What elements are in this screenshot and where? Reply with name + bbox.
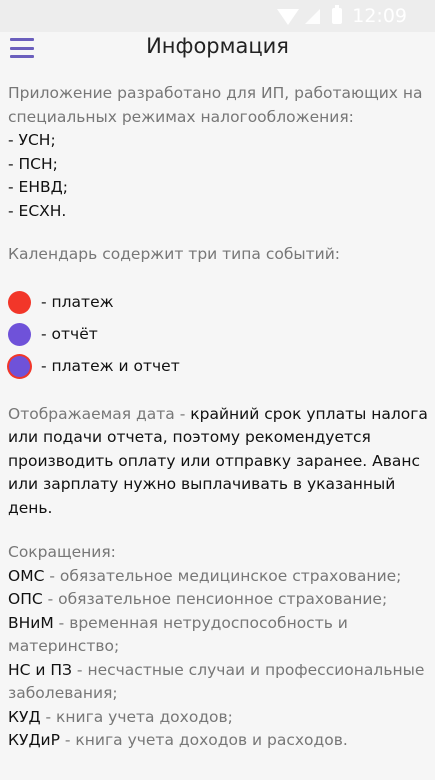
abbreviation-item: КУДиР - книга учета доходов и расходов. — [8, 729, 433, 753]
abbreviation-item: КУД - книга учета доходов; — [8, 706, 433, 730]
event-legend: - платеж - отчёт - платеж и отчет — [8, 287, 433, 383]
report-dot-icon — [8, 323, 31, 346]
abbreviation-term: КУД — [8, 707, 41, 726]
legend-item-payment: - платеж — [8, 287, 433, 319]
signal-icon — [305, 8, 321, 24]
abbreviation-desc: - обязательное медицинское страхование; — [44, 566, 402, 585]
abbreviation-term: НС и ПЗ — [8, 660, 72, 679]
intro-text: Приложение разработано для ИП, работающи… — [8, 84, 423, 126]
status-time: 12:09 — [352, 5, 407, 27]
date-note: Отображаемая дата - крайний срок уплаты … — [8, 403, 433, 521]
regime-item: - ЕНВД; — [8, 178, 68, 196]
abbreviations-section: Сокращения: ОМС - обязательное медицинск… — [8, 541, 433, 753]
legend-label: - платеж и отчет — [41, 356, 180, 375]
abbreviation-item: ОПС - обязательное пенсионное страховани… — [8, 588, 433, 612]
abbreviation-desc: - книга учета доходов и расходов. — [59, 731, 348, 749]
intro-section: Приложение разработано для ИП, работающи… — [8, 82, 433, 223]
regime-item: - ПСН; — [8, 154, 58, 173]
legend-label: - отчёт — [41, 324, 98, 343]
wifi-icon — [277, 9, 300, 25]
abbreviation-term: ОПС — [8, 590, 43, 608]
abbreviation-item: ВНиМ - временная нетрудоспособность и ма… — [8, 612, 433, 659]
legend-label: - платеж — [41, 292, 114, 311]
date-note-prefix: Отображаемая дата - — [8, 404, 191, 423]
regime-item: - УСН; — [8, 131, 56, 149]
legend-item-report: - отчёт — [8, 319, 433, 351]
abbreviation-item: ОМС - обязательное медицинское страхован… — [8, 565, 433, 589]
page-title: Информация — [146, 34, 289, 58]
abbreviation-item: НС и ПЗ - несчастные случаи и профессион… — [8, 659, 433, 706]
calendar-intro: Календарь содержит три типа событий: — [8, 245, 341, 263]
abbreviation-term: ОМС — [8, 566, 45, 585]
app-bar: Информация — [0, 32, 435, 66]
status-bar: 12:09 — [0, 0, 435, 32]
abbreviation-desc: - временная нетрудоспособность и материн… — [8, 613, 348, 656]
payment-and-report-dot-icon — [9, 356, 30, 377]
abbreviation-term: ВНиМ — [8, 613, 54, 632]
battery-icon — [332, 5, 343, 24]
payment-dot-icon — [8, 291, 31, 314]
info-content: Приложение разработано для ИП, работающи… — [8, 82, 433, 753]
regime-item: - ЕСХН. — [8, 201, 67, 220]
abbreviation-term: КУДиР — [8, 731, 60, 749]
abbreviation-desc: - обязательное пенсионное страхование; — [42, 590, 388, 608]
abbreviations-heading: Сокращения: — [8, 543, 116, 561]
legend-item-payment-and-report: - платеж и отчет — [8, 351, 433, 383]
abbreviation-desc: - книга учета доходов; — [40, 707, 233, 726]
